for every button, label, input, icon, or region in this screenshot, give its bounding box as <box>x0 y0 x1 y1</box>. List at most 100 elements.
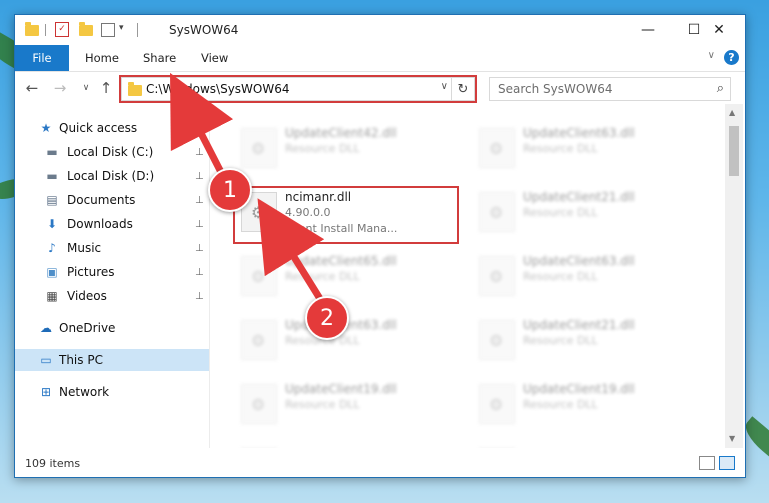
sidebar-item-label: OneDrive <box>59 321 116 335</box>
sidebar-item-label: Videos <box>67 289 107 303</box>
explorer-window: ✓ ▾ SysWOW64 — ☐ ✕ File Home Share View … <box>14 14 746 478</box>
title-bar: ✓ ▾ SysWOW64 — ☐ ✕ <box>15 15 745 45</box>
file-item[interactable]: UpdateClient19.dll Resource DLL <box>235 374 455 428</box>
file-type: Resource DLL <box>285 142 360 155</box>
sidebar-item-label: Quick access <box>59 121 138 135</box>
sidebar-item-label: Pictures <box>67 265 115 279</box>
properties-icon[interactable]: ✓ <box>55 22 69 37</box>
title-separator <box>137 23 138 37</box>
new-folder-icon[interactable] <box>79 22 93 41</box>
sidebar-item[interactable]: ▭ This PC <box>15 349 209 371</box>
tab-share[interactable]: Share <box>143 45 176 71</box>
file-type: Resource DLL <box>523 334 598 347</box>
sidebar-item[interactable]: ▬ Local Disk (D:) ⊥ <box>15 165 209 187</box>
pin-icon[interactable]: ⊥ <box>195 291 204 302</box>
file-name: UpdateClient42.dll <box>285 126 397 140</box>
sidebar-item[interactable]: ⊞ Network <box>15 381 209 403</box>
file-name: UpdateClient19.dll <box>285 382 397 396</box>
sidebar-item-label: Network <box>59 385 110 399</box>
sidebar-item[interactable]: ☁ OneDrive <box>15 317 209 339</box>
file-name: UpdateClient63.dll <box>523 126 635 140</box>
back-button[interactable]: ← <box>23 78 41 98</box>
help-icon[interactable]: ? <box>724 50 739 65</box>
file-item[interactable]: UpdateClient21.dll Resource DLL <box>473 182 693 236</box>
sidebar-item-label: Music <box>67 241 102 255</box>
file-type: Resource DLL <box>523 142 598 155</box>
up-button[interactable]: ↑ <box>97 78 115 98</box>
address-highlight <box>119 75 477 103</box>
file-name: UpdateClient63.dll <box>523 254 635 268</box>
file-item[interactable]: UpdateClient63.dll Resource DLL <box>473 118 693 172</box>
pin-icon[interactable]: ⊥ <box>195 267 204 278</box>
file-type: Resource DLL <box>285 398 360 411</box>
file-highlight <box>233 186 459 244</box>
navigation-bar: ← → ∨ ↑ C:\Windows\SysWOW64 ∨ ↻ Search S… <box>15 72 745 104</box>
close-button[interactable]: ✕ <box>695 15 743 45</box>
dll-file-icon <box>479 192 515 232</box>
sidebar-item-label: This PC <box>59 353 103 367</box>
cloud-icon: ☁ <box>40 321 52 335</box>
recent-locations-button[interactable]: ∨ <box>77 78 95 98</box>
dll-file-icon <box>241 128 277 168</box>
tab-file[interactable]: File <box>15 45 69 71</box>
step-1-badge: 1 <box>208 168 252 212</box>
pictures-icon: ▣ <box>46 265 58 279</box>
file-list: UpdateClient19.dllResource DLLUpdateClie… <box>211 104 725 448</box>
scroll-thumb[interactable] <box>729 126 739 176</box>
sidebar-item[interactable]: ▬ Local Disk (C:) ⊥ <box>15 141 209 163</box>
file-item[interactable]: UpdateClient42.dll Resource DLL <box>235 118 455 172</box>
minimize-button[interactable]: — <box>625 15 671 45</box>
video-icon: ▦ <box>46 289 58 303</box>
pin-icon[interactable]: ⊥ <box>195 219 204 230</box>
forward-button[interactable]: → <box>51 78 69 98</box>
pane-splitter[interactable] <box>209 104 210 448</box>
ribbon-tabs: File Home Share View ∨ ? <box>15 45 745 72</box>
file-item[interactable]: UpdateClient21.dll Resource DLL <box>473 310 693 364</box>
pin-icon[interactable]: ⊥ <box>195 243 204 254</box>
pin-icon[interactable]: ⊥ <box>195 171 204 182</box>
computer-icon: ▭ <box>40 353 52 367</box>
music-icon: ♪ <box>48 241 56 255</box>
search-icon[interactable]: ⌕ <box>717 81 724 96</box>
sidebar-item[interactable]: ▤ Documents ⊥ <box>15 189 209 211</box>
view-options-icon[interactable] <box>101 23 115 37</box>
dll-file-icon <box>479 320 515 360</box>
vertical-scrollbar[interactable]: ▲ ▼ <box>725 104 743 448</box>
tab-view[interactable]: View <box>201 45 228 71</box>
search-input[interactable]: Search SysWOW64 ⌕ <box>489 77 731 101</box>
file-item[interactable] <box>235 438 455 448</box>
file-name: UpdateClient21.dll <box>523 318 635 332</box>
file-item[interactable]: UpdateClient63.dll Resource DLL <box>473 246 693 300</box>
sidebar-item-label: Downloads <box>67 217 133 231</box>
file-item[interactable]: UpdateClient19.dll Resource DLL <box>473 374 693 428</box>
file-item[interactable]: UpdateClient65.dll Resource DLL <box>235 246 455 300</box>
tab-home[interactable]: Home <box>85 45 119 71</box>
network-icon: ⊞ <box>40 385 52 399</box>
sidebar-item[interactable]: ♪ Music ⊥ <box>15 237 209 259</box>
scroll-up-icon[interactable]: ▲ <box>729 108 735 117</box>
file-item[interactable] <box>473 438 693 448</box>
dll-file-icon <box>241 320 277 360</box>
sidebar-item[interactable]: ▣ Pictures ⊥ <box>15 261 209 283</box>
file-name: UpdateClient21.dll <box>523 190 635 204</box>
sidebar-item[interactable]: ▦ Videos ⊥ <box>15 285 209 307</box>
file-name: UpdateClient19.dll <box>523 382 635 396</box>
quick-access-folder-icon[interactable] <box>25 22 39 41</box>
pin-icon[interactable]: ⊥ <box>195 147 204 158</box>
dll-file-icon <box>479 128 515 168</box>
pin-icon[interactable]: ⊥ <box>195 195 204 206</box>
file-type: Resource DLL <box>523 270 598 283</box>
scroll-down-icon[interactable]: ▼ <box>729 434 735 443</box>
file-type: Resource DLL <box>523 398 598 411</box>
window-title: SysWOW64 <box>169 23 239 37</box>
dll-file-icon <box>479 384 515 424</box>
details-view-icon[interactable] <box>699 456 715 470</box>
customize-toolbar-icon[interactable]: ▾ <box>119 23 124 39</box>
item-count: 109 items <box>25 457 81 470</box>
step-2-badge: 2 <box>305 296 349 340</box>
navigation-pane: ★ Quick access ▬ Local Disk (C:) ⊥ ▬ Local Dis… <box>15 104 209 448</box>
chevron-down-icon[interactable]: ∨ <box>708 50 715 61</box>
large-icons-view-icon[interactable] <box>719 456 735 470</box>
sidebar-item[interactable]: ⬇ Downloads ⊥ <box>15 213 209 235</box>
sidebar-item[interactable]: ★ Quick access <box>15 117 209 139</box>
